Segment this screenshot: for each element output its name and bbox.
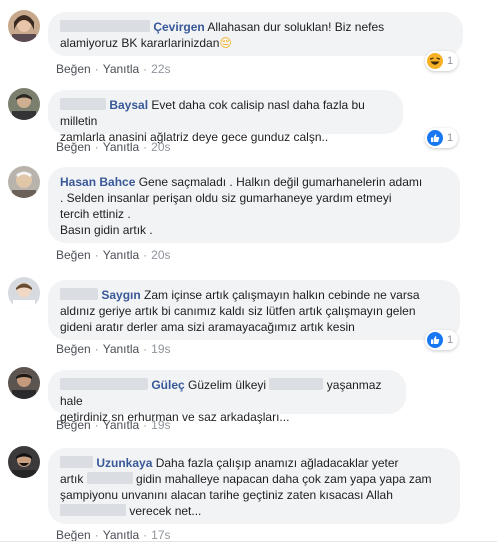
timestamp[interactable]: 20s: [151, 248, 170, 262]
avatar[interactable]: [8, 88, 40, 120]
comment-text: gideni aratır derler ama sizi aramayacağ…: [60, 320, 355, 334]
avatar[interactable]: [8, 166, 40, 198]
redacted-name: [60, 288, 98, 300]
comment-bubble: Hasan Bahce Gene saçmaladı . Halkın deği…: [48, 167, 460, 243]
comment-text: Evet daha cok calisip nasl daha fazla bu…: [60, 98, 365, 128]
comment-actions: Beğen · Yanıtla · 17s: [56, 528, 171, 542]
like-link[interactable]: Beğen: [56, 528, 91, 542]
like-link[interactable]: Beğen: [56, 418, 91, 432]
comment-author[interactable]: Çevirgen: [153, 20, 204, 34]
comment-actions: Beğen · Yanıtla · 19s: [56, 418, 171, 432]
comment-text: alamiyoruz BK kararlarinizdan: [60, 36, 220, 50]
comment-text: aldınız geriye artık bi canımız kaldı si…: [60, 304, 416, 318]
comment-bubble: Çevirgen Allahasan dur soluklan! Biz nef…: [48, 12, 463, 56]
redacted-name: [60, 98, 106, 110]
comment-author[interactable]: Uzunkaya: [96, 456, 152, 470]
reply-link[interactable]: Yanıtla: [103, 528, 139, 542]
reply-link[interactable]: Yanıtla: [103, 418, 139, 432]
reply-link[interactable]: Yanıtla: [103, 62, 139, 76]
comment-text: Güzelim ülkeyi: [188, 378, 267, 392]
timestamp[interactable]: 19s: [151, 418, 170, 432]
reply-link[interactable]: Yanıtla: [103, 248, 139, 262]
avatar[interactable]: [8, 367, 40, 399]
comment-text: artık: [60, 472, 84, 486]
like-link[interactable]: Beğen: [56, 140, 91, 154]
comment-text: . Selden insanlar perişan oldu siz gumar…: [60, 191, 392, 205]
comment-bubble: Güleç Güzelim ülkeyi yaşanmaz hale getir…: [48, 370, 406, 424]
haha-reaction-icon: [427, 53, 443, 69]
comment-actions: Beğen · Yanıtla · 20s: [56, 248, 171, 262]
comment-author[interactable]: Hasan Bahce: [60, 175, 135, 189]
comment-actions: Beğen · Yanıtla · 20s: [56, 140, 171, 154]
timestamp[interactable]: 22s: [151, 62, 170, 76]
reaction-count[interactable]: 1: [425, 330, 459, 350]
comment-author[interactable]: Baysal: [109, 98, 148, 112]
redacted-text: [269, 378, 324, 390]
comment-bubble: Baysal Evet daha cok calisip nasl daha f…: [48, 90, 403, 144]
comment-text: verecek net...: [129, 504, 202, 518]
like-reaction-icon: [427, 332, 443, 348]
comment-author[interactable]: Saygın: [101, 288, 140, 302]
timestamp[interactable]: 20s: [151, 140, 170, 154]
comment-bubble: Saygın Zam içinse artık çalışmayın halkı…: [48, 280, 460, 340]
reply-link[interactable]: Yanıtla: [103, 140, 139, 154]
redacted-text: [60, 504, 126, 516]
redacted-name: [60, 456, 93, 468]
timestamp[interactable]: 17s: [151, 528, 170, 542]
comment-text: Zam içinse artık çalışmayın halkın cebin…: [144, 288, 420, 302]
comment-author[interactable]: Güleç: [151, 378, 184, 392]
timestamp[interactable]: 19s: [151, 342, 170, 356]
pensive-emoji-icon: 😔: [219, 36, 232, 50]
redacted-text: [86, 472, 133, 484]
comment-text: Gene saçmaladı . Halkın değil gumarhanel…: [138, 175, 423, 189]
reaction-number: 1: [447, 55, 454, 67]
reaction-number: 1: [447, 132, 454, 144]
reply-link[interactable]: Yanıtla: [103, 342, 139, 356]
like-link[interactable]: Beğen: [56, 248, 91, 262]
redacted-name: [60, 378, 148, 390]
like-reaction-icon: [427, 130, 443, 146]
divider: [0, 541, 497, 542]
comment-text: şampiyonu unvanını alacan tarihe geçtini…: [60, 488, 393, 502]
reaction-count[interactable]: 1: [425, 51, 459, 71]
comment-actions: Beğen · Yanıtla · 22s: [56, 62, 171, 76]
comment-actions: Beğen · Yanıtla · 19s: [56, 342, 171, 356]
redacted-name: [60, 20, 150, 32]
comment-text: Daha fazla çalışıp anamızı ağladacaklar …: [155, 456, 399, 470]
reaction-count[interactable]: 1: [425, 128, 459, 148]
comment-text: gidin mahalleye napacan daha çok zam yap…: [136, 472, 432, 486]
avatar[interactable]: [8, 277, 40, 309]
comment-text: Allahasan dur soluklan! Biz nefes: [207, 20, 385, 34]
avatar[interactable]: [8, 10, 40, 42]
like-link[interactable]: Beğen: [56, 342, 91, 356]
comment-bubble: Uzunkaya Daha fazla çalışıp anamızı ağla…: [48, 448, 460, 524]
comment-text: Basın gidin artık .: [60, 223, 153, 237]
comment-text: tercih ettiniz .: [60, 207, 131, 221]
avatar[interactable]: [8, 446, 40, 478]
like-link[interactable]: Beğen: [56, 62, 91, 76]
reaction-number: 1: [447, 334, 454, 346]
